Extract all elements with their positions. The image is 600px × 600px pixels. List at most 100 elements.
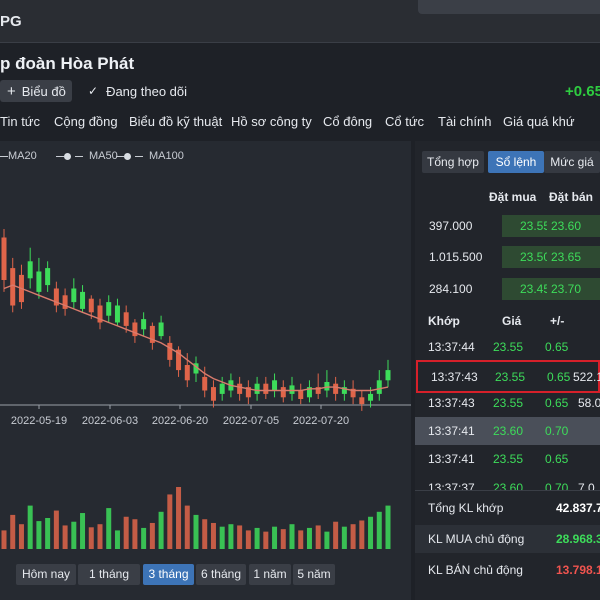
volume-bar: [350, 524, 356, 549]
candle-body: [385, 370, 391, 381]
tab-company-profile[interactable]: Hồ sơ công ty: [231, 114, 312, 129]
volume-bar: [176, 487, 182, 549]
x-tick-label: 2022-05-19: [11, 415, 67, 427]
volume-bar: [280, 529, 286, 549]
volume-bar: [245, 530, 251, 549]
summary-buy-volume: KL MUA chủ động 28.968.3: [415, 525, 600, 553]
candle-body: [71, 288, 77, 303]
range-5-years[interactable]: 5 năm: [293, 564, 335, 585]
volume-bar: [263, 531, 269, 549]
tab-community[interactable]: Cộng đồng: [54, 114, 118, 129]
range-1-year[interactable]: 1 năm: [249, 564, 291, 585]
top-bar: PG: [0, 0, 600, 43]
divider: [415, 490, 600, 491]
follow-button[interactable]: ✓ Đang theo dõi: [88, 80, 187, 102]
candle-body: [80, 291, 86, 309]
volume-bar: [333, 521, 339, 549]
range-3-months[interactable]: 3 tháng: [143, 564, 194, 585]
tab-dividends[interactable]: Cổ tức: [385, 114, 424, 129]
tab-technical-chart[interactable]: Biểu đồ kỹ thuật: [129, 114, 222, 129]
order-book-row: 284.100 23.45 23.70: [415, 275, 600, 303]
match-row[interactable]: 13:37:44 23.55 0.65: [415, 333, 600, 361]
tab-news[interactable]: Tin tức: [0, 114, 40, 129]
candle-body: [123, 312, 129, 326]
price-chart[interactable]: 2022-05-19 2022-06-03 2022-06-20 2022-07-05…: [0, 141, 411, 556]
candle-body: [359, 397, 365, 405]
candle-body: [45, 268, 51, 286]
volume-bar: [141, 527, 147, 549]
candle-body: [219, 383, 225, 394]
ask-header: Đặt bán: [549, 190, 594, 204]
summary-total-volume: Tổng KL khớp 42.837.7: [428, 501, 600, 515]
x-tick-label: 2022-07-20: [293, 415, 349, 427]
plus-icon: +: [7, 82, 16, 100]
chart-button-label: Biểu đồ: [21, 83, 66, 99]
range-1-month[interactable]: 1 tháng: [78, 564, 140, 585]
candle-body: [289, 385, 295, 394]
volume-bar: [45, 518, 51, 549]
range-today[interactable]: Hôm nay: [16, 564, 76, 585]
volume-bar: [289, 524, 295, 549]
volume-bar: [123, 516, 129, 549]
tab-summary[interactable]: Tổng hợp: [422, 151, 484, 173]
volume-bar: [324, 531, 330, 549]
match-row-selected[interactable]: 13:37:41 23.60 0.70: [415, 417, 600, 445]
match-time-header: Khớp: [428, 314, 460, 328]
tab-price-history[interactable]: Giá quá khứ: [503, 114, 575, 129]
candle-body: [10, 268, 16, 306]
volume-bar: [132, 519, 138, 549]
tab-price-levels[interactable]: Mức giá: [544, 151, 600, 173]
candle-body: [254, 383, 260, 394]
x-tick-label: 2022-06-03: [82, 415, 138, 427]
volume-bar: [202, 519, 208, 549]
volume-bar: [88, 527, 94, 549]
tab-order-book[interactable]: Sổ lệnh: [488, 151, 544, 173]
company-title: p đoàn Hòa Phát: [0, 54, 135, 73]
candle-body: [210, 387, 216, 401]
summary-sell-volume: KL BÁN chủ động 13.798.1: [428, 563, 600, 577]
volume-bar: [27, 505, 33, 549]
match-row[interactable]: 13:37:41 23.55 0.65: [415, 445, 600, 473]
match-row[interactable]: 13:37:37 23.60 0.70 7.0: [415, 474, 600, 490]
tab-shareholders[interactable]: Cổ đông: [323, 114, 372, 129]
candle-body: [368, 393, 374, 401]
chart-button[interactable]: + Biểu đồ: [0, 80, 72, 102]
candle-body: [27, 261, 33, 279]
volume-bar: [71, 521, 77, 549]
order-book-row: 1.015.500 23.50 23.65: [415, 243, 600, 271]
volume-bars-group: [1, 487, 391, 549]
match-price-header: Giá: [502, 314, 522, 328]
volume-bar: [272, 526, 278, 549]
candle-body: [167, 342, 173, 360]
candle-body: [88, 298, 94, 313]
volume-bar: [315, 525, 321, 549]
volume-bar: [80, 513, 86, 549]
candle-body: [202, 376, 208, 391]
search-box[interactable]: [418, 0, 600, 14]
candle-body: [376, 380, 382, 394]
volume-bar: [219, 526, 225, 549]
volume-bar: [237, 525, 243, 549]
volume-bar: [18, 524, 24, 549]
match-change-header: +/-: [550, 314, 565, 328]
candle-body: [237, 383, 243, 394]
candle-body: [272, 380, 278, 391]
x-ticks-group: 2022-05-19 2022-06-03 2022-06-20 2022-07-05…: [11, 405, 349, 427]
volume-bar: [149, 522, 155, 549]
match-row[interactable]: 13:37:43 23.55 0.65 58.0: [415, 389, 600, 417]
volume-bar: [62, 525, 68, 549]
candle-body: [263, 383, 269, 394]
range-6-months[interactable]: 6 tháng: [196, 564, 246, 585]
candle-body: [280, 387, 286, 398]
volume-bar: [1, 530, 7, 549]
candle-body: [324, 382, 330, 391]
volume-bar: [184, 505, 190, 549]
x-tick-label: 2022-07-05: [223, 415, 279, 427]
order-book-row: 397.000 23.55 23.60: [415, 212, 600, 240]
candle-body: [141, 319, 147, 330]
volume-bar: [167, 494, 173, 549]
tab-financials[interactable]: Tài chính: [438, 114, 491, 129]
x-tick-label: 2022-06-20: [152, 415, 208, 427]
volume-bar: [228, 524, 234, 549]
candle-body: [1, 237, 7, 280]
